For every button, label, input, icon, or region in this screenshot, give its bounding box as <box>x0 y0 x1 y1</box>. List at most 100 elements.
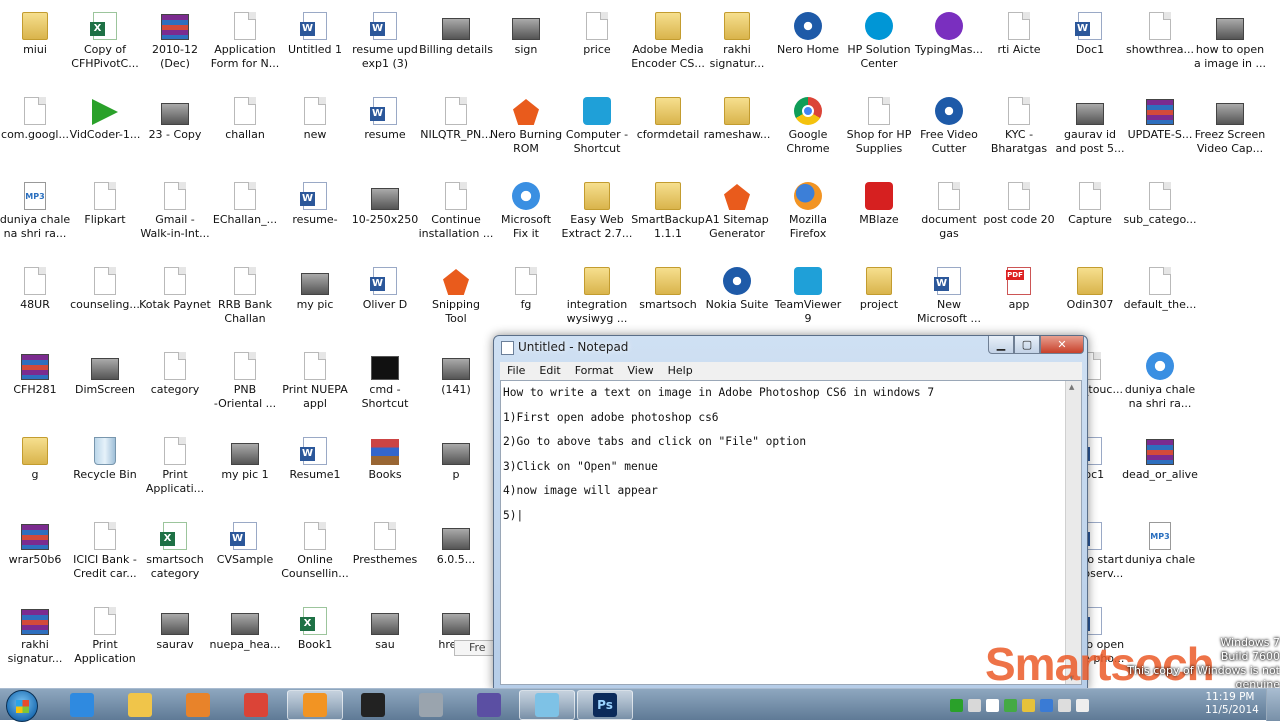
chrome-tray-icon[interactable] <box>950 698 963 712</box>
desktop-icon[interactable]: Resume1 <box>279 433 351 482</box>
desktop-icon[interactable]: NILQTR_PN... <box>420 93 492 142</box>
desktop-icon[interactable]: Copy of CFHPivotC... <box>69 8 141 71</box>
battery-icon[interactable] <box>986 698 999 712</box>
show-desktop-button[interactable] <box>1266 689 1280 721</box>
desktop-icon[interactable]: Billing details <box>419 8 493 57</box>
desktop-icon[interactable]: Capture <box>1054 178 1126 227</box>
desktop-icon[interactable]: DimScreen <box>69 348 141 397</box>
desktop-icon[interactable]: Application Form for N... <box>209 8 281 71</box>
bluetooth-icon[interactable] <box>1040 698 1053 712</box>
desktop-icon[interactable]: Odin307 <box>1054 263 1126 312</box>
desktop-icon[interactable]: MP3 duniya chale na shri ra... <box>0 178 71 241</box>
desktop-icon[interactable]: smartsoch category <box>139 518 211 581</box>
menu-view[interactable]: View <box>621 362 661 380</box>
desktop-icon[interactable]: Mozilla Firefox <box>772 178 844 241</box>
desktop-icon[interactable]: KYC - Bharatgas <box>983 93 1055 156</box>
desktop-icon[interactable]: sau <box>349 603 421 652</box>
desktop-icon[interactable]: miui <box>0 8 71 57</box>
desktop-icon[interactable]: PNB -Oriental ... <box>209 348 281 411</box>
desktop-icon[interactable]: rakhi signatur... <box>701 8 773 71</box>
desktop-icon[interactable]: ICICI Bank - Credit car... <box>69 518 141 581</box>
desktop-icon[interactable]: Easy Web Extract 2.7... <box>561 178 633 241</box>
desktop-icon[interactable]: Google Chrome <box>772 93 844 156</box>
desktop-icon[interactable]: p <box>420 433 492 482</box>
desktop-icon[interactable]: Computer - Shortcut <box>561 93 633 156</box>
desktop-icon[interactable]: Doc1 <box>1054 8 1126 57</box>
desktop-icon[interactable]: smartsoch <box>632 263 704 312</box>
desktop-icon[interactable]: (141) <box>420 348 492 397</box>
desktop-icon[interactable]: post code 20 <box>983 178 1055 227</box>
desktop-icon[interactable]: Gmail - Walk-in-Int... <box>139 178 211 241</box>
menu-help[interactable]: Help <box>661 362 700 380</box>
maximize-button[interactable]: ▢ <box>1014 336 1040 354</box>
desktop-icon[interactable]: wrar50b6 <box>0 518 71 567</box>
desktop-icon[interactable]: Free Video Cutter <box>913 93 985 156</box>
desktop-icon[interactable]: A1 Sitemap Generator <box>701 178 773 241</box>
desktop-icon[interactable]: cformdetail <box>632 93 704 142</box>
desktop-icon[interactable]: EChallan_... <box>209 178 281 227</box>
desktop-icon[interactable]: rti Aicte <box>983 8 1055 57</box>
desktop-icon[interactable]: my pic 1 <box>209 433 281 482</box>
desktop-icon[interactable]: Microsoft Fix it <box>490 178 562 241</box>
desktop-icon[interactable]: CFH281 <box>0 348 71 397</box>
desktop-icon[interactable]: duniya chale na shri ra... <box>1124 348 1196 411</box>
desktop-icon[interactable]: my pic <box>279 263 351 312</box>
desktop-icon[interactable]: Print Application <box>69 603 141 666</box>
desktop-icon[interactable]: Online Counsellin... <box>279 518 351 581</box>
start-button[interactable] <box>6 690 38 722</box>
desktop-icon[interactable]: gaurav id and post 5... <box>1054 93 1126 156</box>
desktop-icon[interactable]: sub_catego... <box>1123 178 1197 227</box>
desktop-icon[interactable]: CVSample <box>209 518 281 567</box>
close-button[interactable]: ✕ <box>1040 336 1084 354</box>
desktop-icon[interactable]: HP Solution Center <box>843 8 915 71</box>
desktop-icon[interactable]: default_the... <box>1124 263 1196 312</box>
minimize-button[interactable]: ▁ <box>988 336 1014 354</box>
network-icon[interactable] <box>1004 698 1017 712</box>
desktop-icon[interactable]: Oliver D <box>349 263 421 312</box>
desktop-icon[interactable]: Nokia Suite <box>701 263 773 312</box>
desktop-icon[interactable]: Untitled 1 <box>279 8 351 57</box>
desktop-icon[interactable]: rameshaw... <box>701 93 773 142</box>
desktop-icon[interactable]: 23 - Copy <box>139 93 211 142</box>
desktop-icon[interactable]: price <box>561 8 633 57</box>
desktop-icon[interactable]: dead_or_alive <box>1122 433 1198 482</box>
desktop-icon[interactable]: Book1 <box>279 603 351 652</box>
desktop-icon[interactable]: Adobe Media Encoder CS... <box>631 8 705 71</box>
desktop-icon[interactable]: integration wysiwyg ... <box>561 263 633 326</box>
taskbar-camera-button[interactable] <box>403 690 459 720</box>
desktop-icon[interactable]: 6.0.5... <box>420 518 492 567</box>
desktop-icon[interactable]: Print Applicati... <box>139 433 211 496</box>
desktop-icon[interactable]: category <box>139 348 211 397</box>
menu-file[interactable]: File <box>500 362 532 380</box>
desktop-icon[interactable]: resume <box>349 93 421 142</box>
desktop-icon[interactable]: TypingMas... <box>913 8 985 57</box>
desktop-icon[interactable]: Flipkart <box>69 178 141 227</box>
taskbar-explorer-button[interactable] <box>112 690 168 720</box>
desktop-icon[interactable]: MP3 duniya chale <box>1124 518 1196 567</box>
desktop-icon[interactable]: SmartBackup 1.1.1 <box>631 178 705 241</box>
desktop-icon[interactable]: Nero Burning ROM <box>490 93 562 156</box>
desktop-icon[interactable]: Books <box>349 433 421 482</box>
desktop-icon[interactable]: challan <box>209 93 281 142</box>
desktop-icon[interactable]: Snipping Tool <box>420 263 492 326</box>
taskbar-firefox-button[interactable] <box>287 690 343 720</box>
desktop-icon[interactable]: TeamViewer 9 <box>772 263 844 326</box>
desktop-icon[interactable]: showthrea... <box>1124 8 1196 57</box>
desktop-icon[interactable]: 48UR <box>0 263 71 312</box>
desktop-icon[interactable]: new <box>279 93 351 142</box>
desktop-icon[interactable]: cmd - Shortcut <box>349 348 421 411</box>
desktop-icon[interactable]: Print NUEPA appl <box>279 348 351 411</box>
desktop-icon[interactable]: com.googl... <box>0 93 71 142</box>
desktop-icon[interactable]: resume- <box>279 178 351 227</box>
taskbar-ie-button[interactable] <box>54 690 110 720</box>
desktop-icon[interactable]: project <box>843 263 915 312</box>
clock[interactable]: 11:19 PM 11/5/2014 <box>1205 691 1259 717</box>
security-icon[interactable] <box>1022 698 1035 712</box>
taskbar-dimscreen-button[interactable] <box>345 690 401 720</box>
taskbar-photoshop-button[interactable]: Ps <box>577 690 633 720</box>
notepad-window[interactable]: Untitled - Notepad ▁ ▢ ✕ File Edit Forma… <box>493 335 1088 690</box>
desktop-icon[interactable]: VidCoder-1... <box>69 93 141 142</box>
desktop-icon[interactable]: resume upd exp1 (3) <box>349 8 421 71</box>
desktop-icon[interactable]: New Microsoft ... <box>913 263 985 326</box>
desktop-icon[interactable]: Nero Home <box>772 8 844 57</box>
